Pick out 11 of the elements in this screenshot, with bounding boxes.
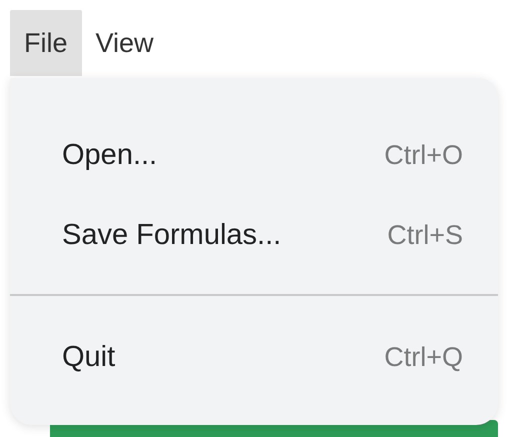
menu-item[interactable]: Save Formulas... Ctrl+S [10, 195, 498, 275]
menu-item-label: Quit [62, 340, 116, 374]
shortcut-text: Ctrl+O [384, 140, 463, 170]
menu-item[interactable]: Open... Ctrl+O [10, 115, 498, 195]
shortcut-text: Ctrl+S [387, 220, 463, 250]
menu-title[interactable]: File [10, 10, 82, 76]
menu-item-label: Save Formulas... [62, 218, 282, 252]
menu-item-label: Open... [62, 138, 158, 172]
menu-title[interactable]: View [82, 10, 168, 76]
menu-item[interactable]: Quit Ctrl+Q [10, 317, 498, 397]
shortcut-text: Ctrl+Q [384, 342, 463, 372]
